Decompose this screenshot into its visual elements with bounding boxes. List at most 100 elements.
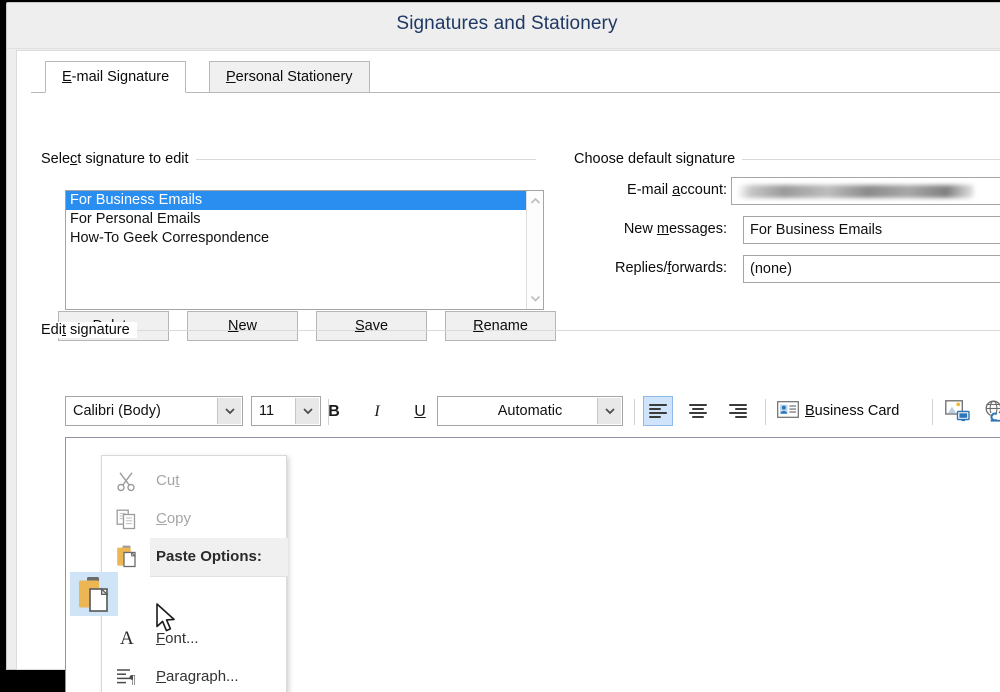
save-button-accel: S: [354, 318, 365, 334]
paste-keep-formatting-icon: [79, 577, 109, 612]
dialog-title-bar: Signatures and Stationery: [7, 3, 1000, 49]
bold-button[interactable]: B: [315, 396, 353, 426]
email-account-accel: a: [672, 182, 681, 198]
font-color-select[interactable]: Automatic: [437, 396, 623, 426]
list-item[interactable]: For Personal Emails: [66, 210, 543, 229]
new-messages-accel: m: [656, 221, 669, 237]
context-menu-item-copy-label: Copy: [156, 510, 192, 527]
business-card-button[interactable]: Business Card: [805, 396, 899, 426]
default-signature-group-label: Choose default signature: [574, 151, 743, 167]
new-messages-select[interactable]: For Business Emails: [743, 216, 1000, 244]
business-card-icon: [777, 401, 799, 418]
tab-email-signature-label: -mail Signature: [71, 69, 170, 85]
context-menu-item-copy: Copy: [102, 500, 288, 538]
new-button[interactable]: New: [187, 311, 298, 341]
chevron-down-icon[interactable]: [597, 398, 621, 424]
align-left-button[interactable]: [643, 396, 673, 426]
context-menu-separator: [150, 576, 288, 577]
align-right-icon: [729, 404, 747, 418]
save-button-label: ave: [364, 318, 389, 334]
align-right-button[interactable]: [723, 396, 753, 426]
replies-forwards-accel: f: [667, 260, 672, 276]
toolbar-separator: [932, 399, 933, 425]
screenshot-root: Signatures and Stationery E-mail Signatu…: [0, 0, 1000, 692]
edit-signature-group-accel: t: [61, 322, 66, 338]
copy-icon: [116, 509, 136, 530]
chevron-down-glyph: [530, 295, 541, 302]
email-account-select[interactable]: [731, 177, 1000, 205]
copy-accel: C: [156, 510, 167, 527]
list-item[interactable]: How-To Geek Correspondence: [66, 229, 543, 248]
italic-button[interactable]: I: [358, 396, 396, 426]
business-card-glyph: [777, 401, 799, 418]
insert-picture-icon: [945, 400, 970, 422]
tab-email-signature[interactable]: E-mail Signature: [45, 61, 187, 93]
font-size-select[interactable]: 11: [251, 396, 321, 426]
paste-options-header-bg: Paste Options:: [150, 538, 288, 576]
context-menu-item-paragraph[interactable]: ¶ Paragraph...: [102, 658, 288, 692]
tab-personal-stationery-label: ersonal Stationery: [235, 69, 353, 85]
edit-signature-group-label: Edit signature: [41, 322, 137, 338]
scissors-icon: [117, 472, 135, 492]
context-menu-item-cut: Cut: [102, 462, 288, 500]
tab-strip: E-mail Signature Personal Stationery: [31, 61, 1000, 93]
context-menu-item-cut-label: Cut: [156, 472, 180, 489]
font-family-value: Calibri (Body): [73, 403, 161, 419]
tab-personal-stationery-accel: P: [226, 69, 236, 85]
page-title: Signatures and Stationery: [396, 13, 618, 34]
context-menu-item-paragraph-label: Paragraph...: [156, 668, 239, 685]
rename-button-label: ename: [483, 318, 528, 334]
list-item[interactable]: For Business Emails: [66, 191, 543, 210]
save-button[interactable]: Save: [316, 311, 427, 341]
business-card-accel: B: [805, 403, 815, 419]
context-menu-item-font-label: Font...: [156, 630, 199, 647]
select-signature-group-label: Select signature to edit: [41, 151, 196, 167]
chevron-up-icon[interactable]: [527, 193, 543, 210]
toolbar-separator: [765, 399, 766, 425]
edit-signature-group-rule: [41, 330, 1000, 331]
rename-button-accel: R: [473, 318, 484, 334]
chevron-up-glyph: [530, 197, 541, 204]
replies-forwards-select[interactable]: (none): [743, 255, 1000, 283]
paragraph-icon: ¶: [117, 669, 136, 686]
tab-personal-stationery[interactable]: Personal Stationery: [209, 61, 370, 93]
new-messages-label: New messages:: [623, 221, 727, 237]
align-left-icon: [649, 404, 667, 418]
svg-text:¶: ¶: [130, 671, 136, 686]
insert-hyperlink-icon: [985, 400, 1000, 422]
align-center-button[interactable]: [683, 396, 713, 426]
rename-button[interactable]: Rename: [445, 311, 556, 341]
font-size-value: 11: [259, 403, 275, 419]
signature-list-scrollbar[interactable]: [526, 191, 543, 309]
font-accel: F: [156, 630, 166, 647]
signatures-dialog-window: Signatures and Stationery E-mail Signatu…: [6, 2, 1000, 692]
context-menu-item-font[interactable]: A Font...: [102, 620, 288, 658]
underline-button[interactable]: U: [401, 396, 439, 426]
tab-email-signature-accel: E: [62, 69, 72, 85]
signature-list[interactable]: For Business Emails For Personal Emails …: [65, 190, 544, 310]
paste-icon: [117, 545, 137, 568]
toolbar-separator: [634, 399, 635, 425]
insert-picture-button[interactable]: [945, 400, 971, 422]
paste-options-label: Paste Options:: [156, 548, 262, 565]
font-family-select[interactable]: Calibri (Body): [65, 396, 243, 426]
chevron-down-icon[interactable]: [527, 290, 543, 307]
font-color-value: Automatic: [497, 403, 563, 419]
email-account-redacted-value: [738, 185, 974, 198]
replies-forwards-label: Replies/forwards:: [614, 260, 727, 276]
paragraph-accel: P: [156, 668, 167, 685]
new-button-label: ew: [238, 318, 258, 334]
chevron-down-glyph: [605, 408, 615, 415]
format-toolbar: Calibri (Body) 11 B I U Automatic Busine…: [65, 396, 1000, 432]
chevron-down-glyph: [225, 408, 235, 415]
align-center-icon: [689, 404, 707, 418]
font-a-icon: A: [120, 628, 134, 649]
new-button-accel: N: [227, 318, 239, 334]
chevron-down-icon[interactable]: [217, 398, 241, 424]
context-menu-item-paste-options: Paste Options:: [102, 538, 288, 576]
context-menu: Cut Copy Paste Options: A Font... ¶ Para…: [101, 455, 288, 692]
insert-hyperlink-button[interactable]: [983, 400, 1000, 422]
paste-keep-formatting-button[interactable]: [70, 572, 118, 616]
email-account-label: E-mail account:: [627, 182, 727, 198]
dialog-body: E-mail Signature Personal Stationery Sel…: [16, 50, 1000, 692]
